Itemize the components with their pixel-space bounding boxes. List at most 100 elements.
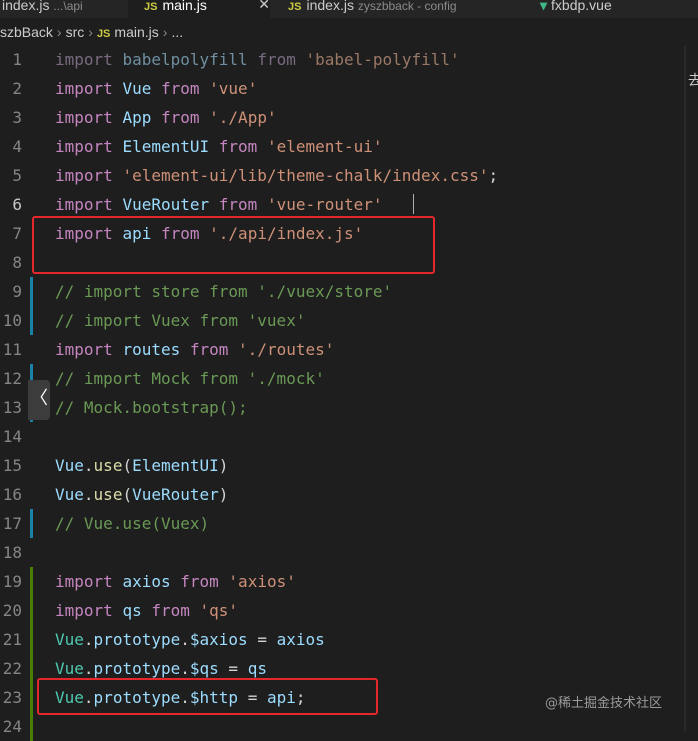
code-line[interactable]: 15 Vue.use(ElementUI): [0, 451, 698, 480]
code-token: $axios: [189, 630, 248, 649]
tab-index-js-config[interactable]: JS index.js zyszbback - config: [272, 0, 512, 18]
code-line[interactable]: 24: [0, 712, 698, 741]
tab-label: fxbdp.vue: [551, 0, 612, 13]
git-gutter-modified-indicator[interactable]: [30, 306, 33, 335]
highlight-box-api-import: [32, 216, 435, 274]
code-text: // import Mock from './mock': [55, 364, 325, 393]
code-line[interactable]: 14: [0, 422, 698, 451]
git-gutter-added-indicator[interactable]: [30, 712, 33, 741]
tab-main-js[interactable]: JS main.js ✕: [128, 0, 270, 18]
line-number: 15: [2, 456, 22, 475]
code-line[interactable]: 1 import babelpolyfill from 'babel-polyfi…: [0, 45, 698, 74]
code-token: ): [218, 485, 229, 504]
code-token: './App': [209, 108, 277, 127]
tab-label: index.js: [2, 0, 50, 13]
code-line[interactable]: 5 import 'element-ui/lib/theme-chalk/inde…: [0, 161, 698, 190]
chevron-right-icon: ›: [88, 24, 93, 40]
code-line[interactable]: 12 // import Mock from './mock': [0, 364, 698, 393]
code-text: import babelpolyfill from 'babel-polyfil…: [55, 45, 460, 74]
code-token: from: [257, 50, 296, 69]
line-number: 13: [2, 398, 22, 417]
code-text: // Mock.bootstrap();: [55, 393, 248, 422]
code-token: .: [83, 485, 94, 504]
code-token: babelpolyfill: [122, 50, 248, 69]
git-gutter-added-indicator[interactable]: [30, 625, 33, 654]
git-gutter-modified-indicator[interactable]: [30, 277, 33, 306]
code-text: // Vue.use(Vuex): [55, 509, 209, 538]
code-token: // import Mock from './mock': [55, 369, 325, 388]
code-token: import: [55, 108, 113, 127]
line-number: 17: [2, 514, 22, 533]
line-number: 1: [12, 50, 22, 69]
code-token: ElementUI: [122, 137, 210, 156]
chevron-right-icon: ›: [56, 24, 62, 40]
git-gutter-added-indicator[interactable]: [30, 596, 33, 625]
tab-fxbdp-vue[interactable]: ▾ fxbdp.vue: [520, 0, 690, 18]
code-token: qs: [247, 659, 267, 678]
code-line[interactable]: 6 import VueRouter from 'vue-router': [0, 190, 698, 219]
line-number: 11: [2, 340, 22, 359]
tab-label: main.js: [162, 0, 207, 13]
code-token: import: [55, 166, 113, 185]
line-number: 20: [2, 601, 22, 620]
js-file-icon: JS: [288, 1, 302, 13]
text-cursor: [413, 194, 414, 214]
breadcrumb-file[interactable]: main.js: [114, 18, 158, 46]
code-token: // import store from './vuex/store': [55, 282, 393, 301]
git-gutter-modified-indicator[interactable]: [30, 509, 33, 538]
breadcrumb: szbBack › src › JS main.js ›...: [0, 18, 698, 46]
code-token: axios: [276, 630, 325, 649]
code-line[interactable]: 10 // import Vuex from 'vuex': [0, 306, 698, 335]
code-token: import: [55, 195, 113, 214]
code-token: routes: [122, 340, 181, 359]
code-token: // Mock.bootstrap();: [55, 398, 248, 417]
breadcrumb-folder[interactable]: src: [66, 18, 85, 46]
code-line[interactable]: 19 import axios from 'axios': [0, 567, 698, 596]
code-line[interactable]: 21 Vue.prototype.$axios = axios: [0, 625, 698, 654]
code-token: // import Vuex from 'vuex': [55, 311, 306, 330]
code-line[interactable]: 18: [0, 538, 698, 567]
git-gutter-added-indicator[interactable]: [30, 683, 33, 712]
line-number: 18: [2, 543, 22, 562]
editor-scrollbar[interactable]: [684, 46, 686, 732]
code-token: import: [55, 572, 113, 591]
git-gutter-added-indicator[interactable]: [30, 567, 33, 596]
code-line[interactable]: 9 // import store from './vuex/store': [0, 277, 698, 306]
code-token: Vue: [122, 79, 152, 98]
close-icon[interactable]: ✕: [258, 0, 270, 11]
code-line[interactable]: 2 import Vue from 'vue': [0, 74, 698, 103]
code-text: Vue.prototype.$axios = axios: [55, 625, 325, 654]
side-panel-text: 去: [688, 73, 698, 89]
code-line[interactable]: 13 // Mock.bootstrap();: [0, 393, 698, 422]
code-editor[interactable]: 1 import babelpolyfill from 'babel-polyfi…: [0, 45, 698, 741]
git-gutter-added-indicator[interactable]: [30, 654, 33, 683]
code-token: axios: [122, 572, 171, 591]
code-line[interactable]: 4 import ElementUI from 'element-ui': [0, 132, 698, 161]
breadcrumb-root[interactable]: szbBack: [0, 18, 53, 46]
code-token: .: [180, 630, 190, 649]
code-line[interactable]: 16 Vue.use(VueRouter): [0, 480, 698, 509]
code-line[interactable]: 20 import qs from 'qs': [0, 596, 698, 625]
code-text: import routes from './routes': [55, 335, 334, 364]
code-line[interactable]: 3 import App from './App': [0, 103, 698, 132]
code-line[interactable]: 17 // Vue.use(Vuex): [0, 509, 698, 538]
breadcrumb-symbols[interactable]: ...: [171, 18, 183, 46]
tab-index-js-api[interactable]: index.js ...\api: [0, 0, 128, 18]
code-line[interactable]: 11 import routes from './routes': [0, 335, 698, 364]
chevron-left-icon[interactable]: 〈: [28, 380, 50, 420]
line-number: 2: [12, 79, 22, 98]
line-number: 19: [2, 572, 22, 591]
code-token: prototype: [93, 630, 181, 649]
code-token: import: [55, 137, 113, 156]
